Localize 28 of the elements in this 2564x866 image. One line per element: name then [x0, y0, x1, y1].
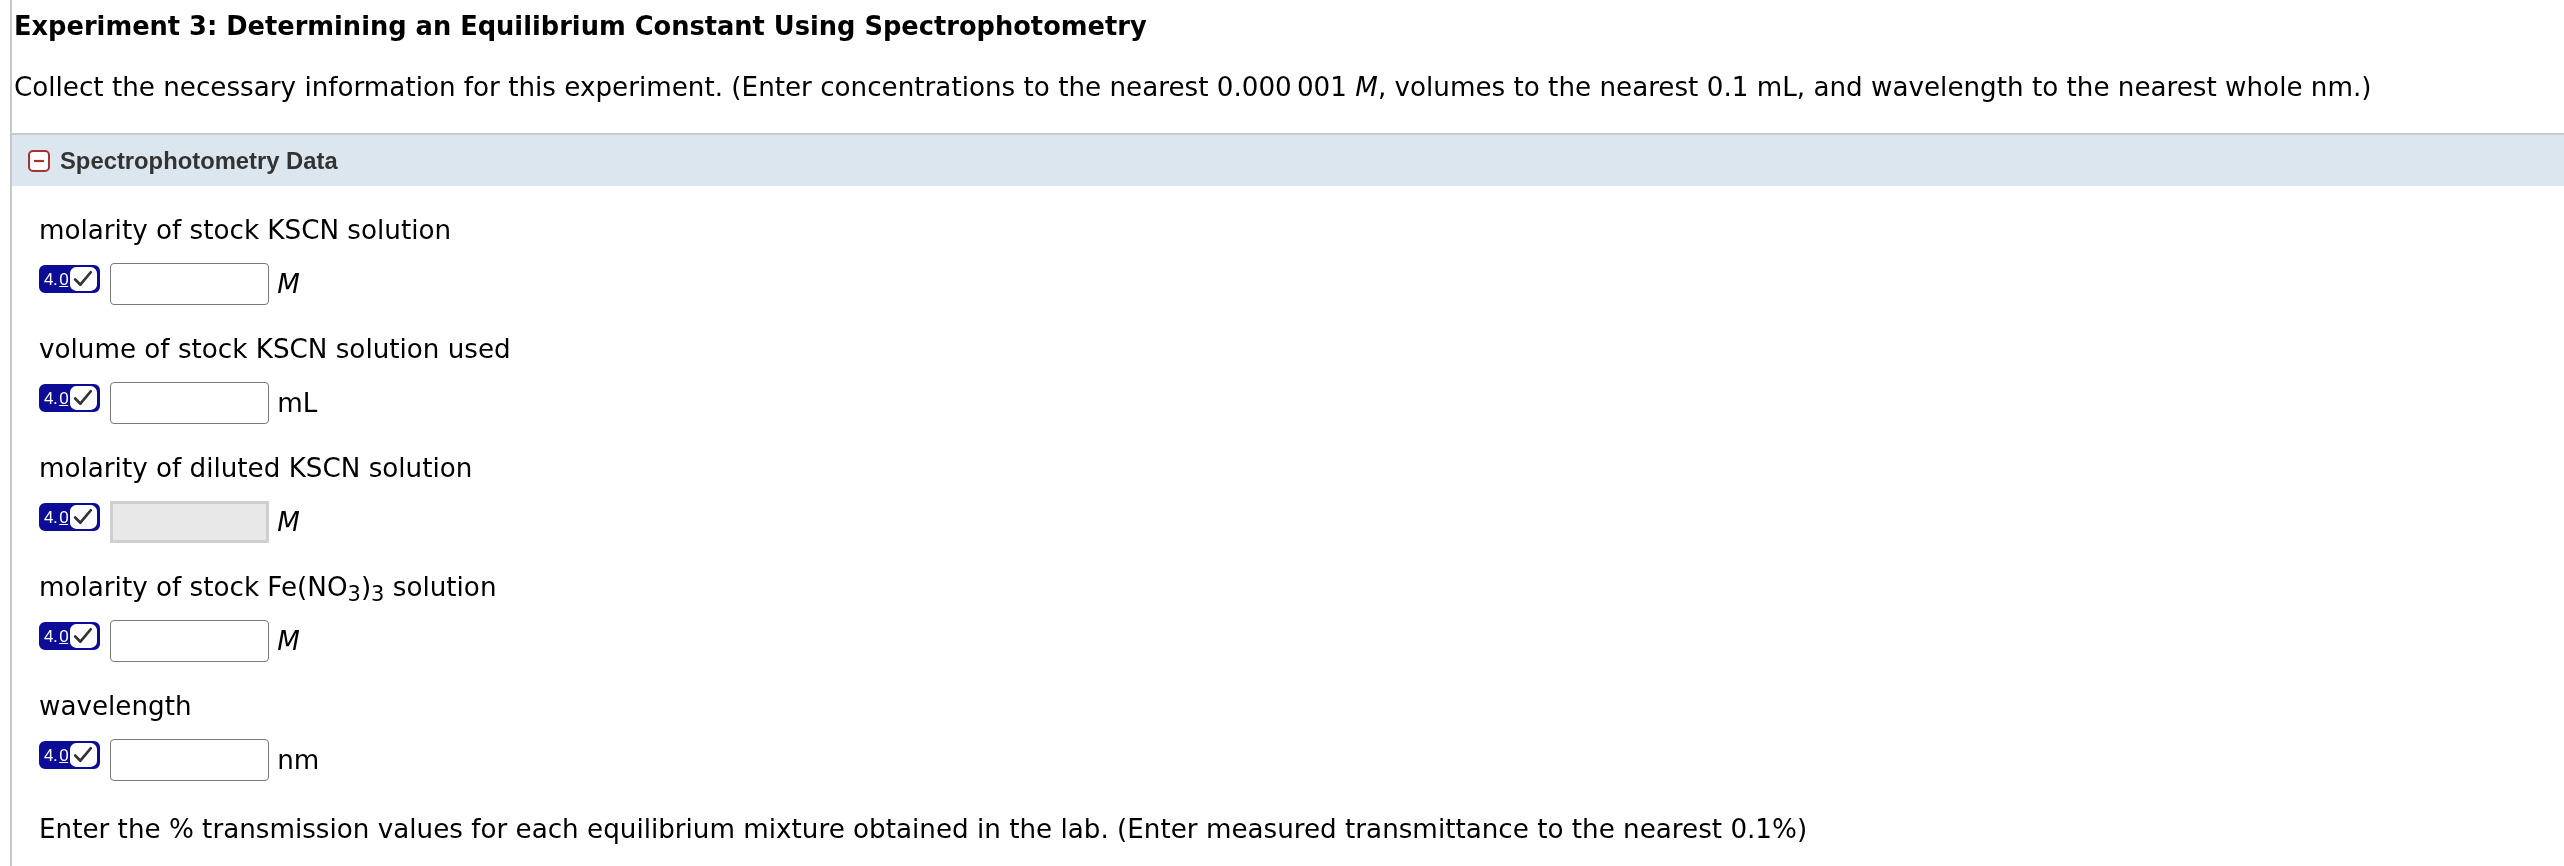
field-label: volume of stock KSCN solution used: [39, 333, 511, 366]
check-icon: [70, 624, 98, 648]
unit-label: mL: [277, 387, 318, 420]
answer-field[interactable]: [110, 382, 270, 424]
tolerance-badge[interactable]: 4.0: [39, 384, 101, 412]
check-icon: [70, 386, 98, 410]
tolerance-badge[interactable]: 4.0: [39, 265, 101, 293]
check-icon: [70, 743, 98, 767]
page-title: Experiment 3: Determining an Equilibrium Constant Using Spectrophotometry: [13, 10, 1147, 42]
tolerance-badge[interactable]: 4.0: [39, 622, 101, 650]
unit-label: M: [277, 506, 300, 539]
field-label: molarity of stock Fe(NO$_{3}$)$_{3}$ solution: [39, 571, 497, 604]
unit-label: M: [277, 625, 300, 658]
unit-label: nm: [277, 744, 320, 777]
check-icon: [70, 505, 98, 529]
section-title: Spectrophotometry Data: [60, 145, 338, 176]
collapse-icon[interactable]: [28, 149, 50, 172]
answer-field[interactable]: [110, 739, 270, 781]
unit-label: M: [277, 268, 300, 301]
field-label: wavelength: [39, 690, 192, 723]
tolerance-badge[interactable]: 4.0: [39, 741, 101, 769]
field-label: molarity of diluted KSCN solution: [39, 452, 473, 485]
instructions-text: Collect the necessary information for this experiment. (Enter concentrations to the nearest 0.000 001 M, volumes to the nearest 0.1 mL, and wavelength to the nearest whole nm.): [13, 71, 2372, 104]
check-icon: [70, 267, 98, 291]
field-label: molarity of stock KSCN solution: [39, 214, 452, 247]
answer-field[interactable]: [110, 620, 270, 662]
answer-field[interactable]: [110, 263, 270, 305]
note-text: Enter the % transmission values for each equilibrium mixture obtained in the lab. (Enter measured transmittance to the nearest 0.1%): [39, 813, 1808, 846]
